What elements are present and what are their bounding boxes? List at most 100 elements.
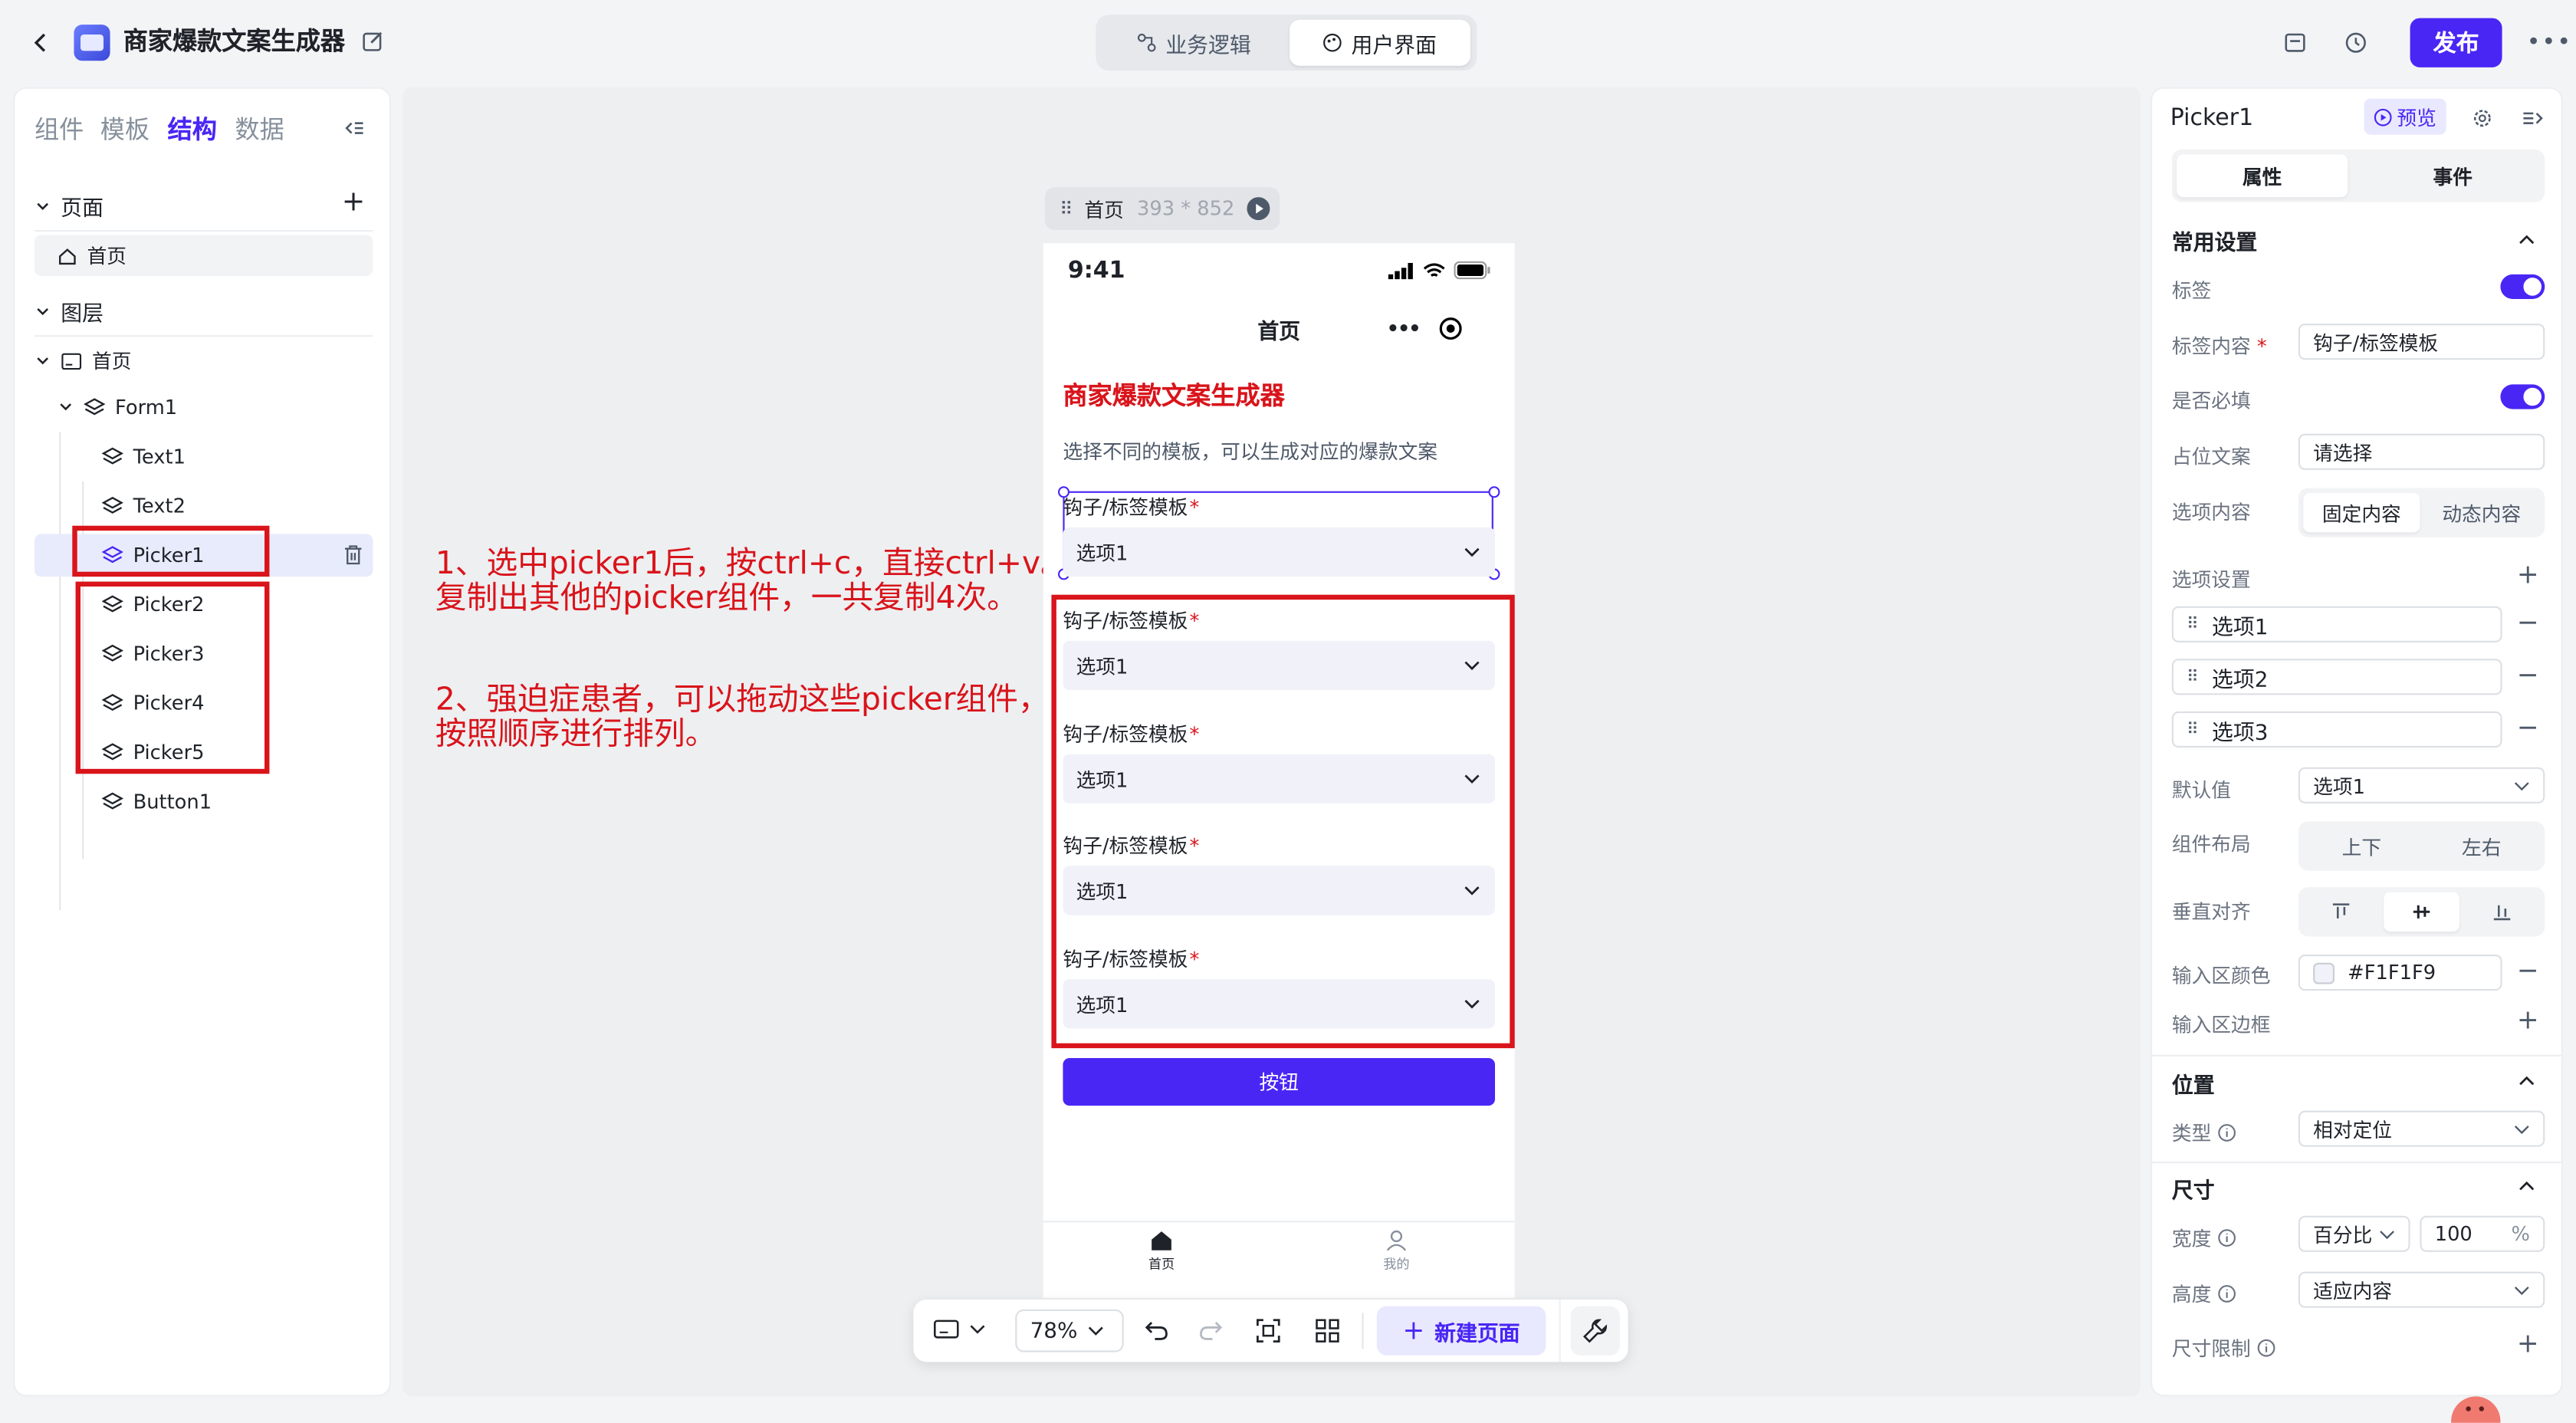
remove-color-icon[interactable]: − xyxy=(2517,957,2539,984)
remove-option-icon[interactable]: − xyxy=(2517,714,2539,741)
annotation-step-2: 2、强迫症患者，可以拖动这些picker组件， 按照顺序进行排列。 xyxy=(435,682,1050,753)
tab-components[interactable]: 组件 xyxy=(34,112,84,146)
tab-user-interface[interactable]: 用户界面 xyxy=(1290,19,1470,66)
tab-properties[interactable]: 属性 xyxy=(2177,154,2348,198)
option-row[interactable]: ⠿ 选项3 xyxy=(2171,711,2502,748)
publish-button[interactable]: 发布 xyxy=(2410,18,2502,67)
tabbar-mine[interactable]: 我的 xyxy=(1372,1229,1421,1273)
tab-structure[interactable]: 结构 xyxy=(168,112,217,146)
redo-icon[interactable] xyxy=(1198,1318,1224,1344)
pages-section-header[interactable]: 页面 xyxy=(34,191,104,222)
option-row[interactable]: ⠿ 选项1 xyxy=(2171,606,2502,642)
chevron-up-icon[interactable] xyxy=(2517,1074,2537,1087)
new-page-label: 新建页面 xyxy=(1434,1321,1520,1347)
options-fixed[interactable]: 固定内容 xyxy=(2303,492,2420,533)
layer-root-home[interactable]: 首页 xyxy=(34,347,131,374)
palette-icon xyxy=(1324,33,1342,52)
required-toggle[interactable] xyxy=(2500,384,2545,409)
label-toggle[interactable] xyxy=(2500,274,2545,299)
page-item-label: 首页 xyxy=(87,245,127,268)
fit-screen-icon[interactable] xyxy=(1255,1318,1281,1344)
add-page-icon[interactable]: + xyxy=(342,188,366,216)
history-icon[interactable] xyxy=(2344,31,2367,54)
info-icon[interactable] xyxy=(2218,1124,2236,1142)
component-name: Picker1 xyxy=(2170,105,2254,132)
placeholder-input[interactable]: 请选择 xyxy=(2298,433,2545,470)
close-target-icon[interactable] xyxy=(1439,317,1462,340)
info-icon[interactable] xyxy=(2257,1339,2275,1357)
info-icon[interactable] xyxy=(2218,1229,2236,1247)
options-dynamic[interactable]: 动态内容 xyxy=(2423,493,2540,532)
assistant-avatar[interactable] xyxy=(2451,1396,2501,1423)
valign-switch xyxy=(2298,887,2545,937)
add-border-icon[interactable]: + xyxy=(2517,1007,2539,1034)
section-divider xyxy=(2152,1162,2561,1164)
tab-data[interactable]: 数据 xyxy=(235,112,284,146)
save-icon[interactable] xyxy=(2284,31,2307,54)
align-middle-icon[interactable] xyxy=(2384,892,2459,932)
input-color-label: 输入区颜色 xyxy=(2171,964,2271,988)
layer-text2[interactable]: Text2 xyxy=(101,495,186,518)
color-swatch[interactable] xyxy=(2313,961,2334,984)
remove-option-icon[interactable]: − xyxy=(2517,662,2539,688)
default-value-select[interactable]: 选项1 xyxy=(2298,767,2545,804)
layout-vertical[interactable]: 上下 xyxy=(2303,827,2420,866)
tab-business-logic[interactable]: 业务逻辑 xyxy=(1102,20,1286,66)
play-icon[interactable] xyxy=(1246,197,1270,221)
chevron-up-icon[interactable] xyxy=(2517,1180,2537,1193)
device-select[interactable] xyxy=(933,1318,986,1341)
drag-handle-icon[interactable]: ⠿ xyxy=(2187,616,2199,634)
add-size-limit-icon[interactable]: + xyxy=(2517,1330,2539,1357)
drag-handle-icon[interactable]: ⠿ xyxy=(2187,668,2199,686)
layer-form1[interactable]: Form1 xyxy=(58,396,177,419)
picker1-select[interactable]: 选项1 xyxy=(1063,527,1495,577)
layers-section-header[interactable]: 图层 xyxy=(34,296,104,327)
width-unit-select[interactable]: 百分比 xyxy=(2298,1215,2410,1252)
height-select[interactable]: 适应内容 xyxy=(2298,1271,2545,1308)
layer-button1[interactable]: Button1 xyxy=(101,790,212,813)
wifi-icon xyxy=(1423,262,1445,276)
new-page-button[interactable]: + 新建页面 xyxy=(1376,1306,1546,1356)
drag-handle-icon[interactable]: ⠿ xyxy=(1060,198,1073,219)
settings-icon[interactable] xyxy=(2472,108,2492,128)
position-type-select[interactable]: 相对定位 xyxy=(2298,1110,2545,1147)
zoom-select[interactable]: 78% xyxy=(1015,1309,1124,1352)
layout-horizontal[interactable]: 左右 xyxy=(2423,827,2540,866)
highlight-box-copied-pickers xyxy=(1051,594,1515,1049)
grid-icon[interactable] xyxy=(1314,1318,1340,1344)
expand-panel-icon[interactable] xyxy=(2522,108,2543,128)
width-input[interactable]: 100 % xyxy=(2420,1215,2545,1252)
tab-events[interactable]: 事件 xyxy=(2367,154,2538,197)
tab-templates[interactable]: 模板 xyxy=(100,112,150,146)
layer-root-label: 首页 xyxy=(92,350,132,373)
preview-button[interactable]: 预览 xyxy=(2364,98,2446,135)
align-top-icon[interactable] xyxy=(2303,892,2379,932)
add-option-icon[interactable]: + xyxy=(2517,561,2539,588)
undo-icon[interactable] xyxy=(1143,1318,1169,1344)
back-arrow-icon[interactable] xyxy=(30,28,53,58)
collapse-panel-icon[interactable] xyxy=(343,118,365,138)
layer-text1[interactable]: Text1 xyxy=(101,445,186,468)
info-icon[interactable] xyxy=(2218,1285,2236,1303)
page-item-home[interactable]: 首页 xyxy=(34,235,373,276)
option-row[interactable]: ⠿ 选项2 xyxy=(2171,659,2502,695)
resize-handle[interactable] xyxy=(1488,486,1500,498)
input-color-field[interactable]: #F1F1F9 xyxy=(2298,955,2502,991)
delete-icon[interactable] xyxy=(343,544,363,565)
submit-button[interactable]: 按钮 xyxy=(1063,1058,1495,1106)
more-icon[interactable]: ••• xyxy=(2527,30,2573,56)
tabbar-home[interactable]: 首页 xyxy=(1137,1229,1186,1273)
chevron-up-icon[interactable] xyxy=(2517,233,2537,246)
more-dots-icon[interactable]: ••• xyxy=(1387,317,1421,340)
input-border-label: 输入区边框 xyxy=(2171,1014,2271,1037)
size-title: 尺寸 xyxy=(2171,1179,2215,1204)
edit-icon[interactable] xyxy=(361,30,384,53)
drag-handle-icon[interactable]: ⠿ xyxy=(2187,721,2199,739)
align-bottom-icon[interactable] xyxy=(2464,892,2540,932)
layer-form1-label: Form1 xyxy=(115,396,178,419)
remove-option-icon[interactable]: − xyxy=(2517,609,2539,636)
default-value-label: 默认值 xyxy=(2171,778,2232,802)
section-divider xyxy=(2152,1054,2561,1057)
tools-button[interactable] xyxy=(1570,1306,1620,1356)
label-content-input[interactable]: 钩子/标签模板 xyxy=(2298,324,2545,360)
